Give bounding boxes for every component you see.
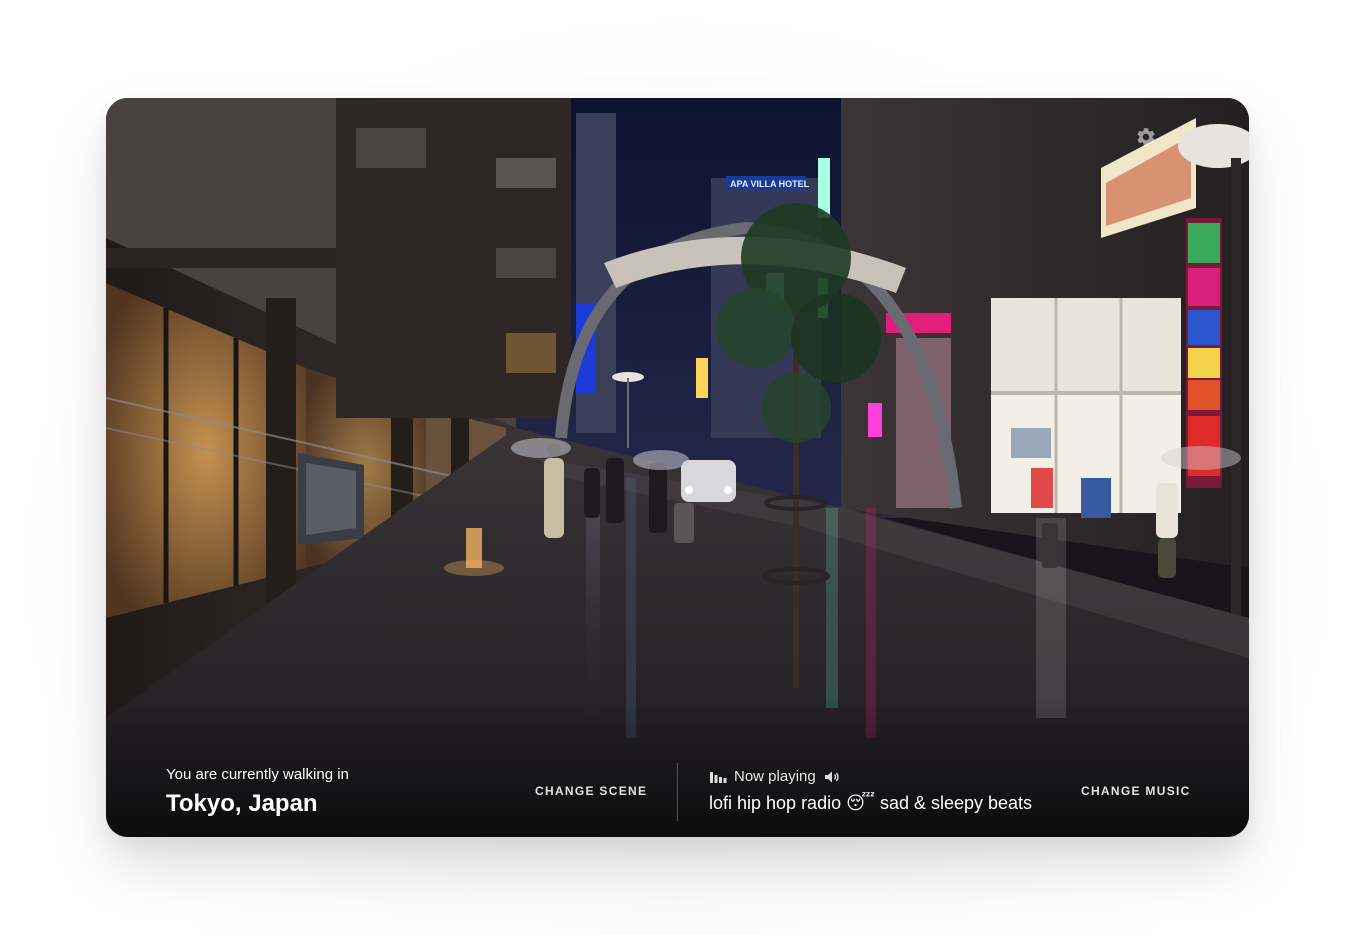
volume-icon[interactable]	[823, 770, 841, 784]
equalizer-icon	[710, 771, 727, 783]
now-playing-label: Now playing	[734, 768, 816, 785]
city-name: Tokyo, Japan	[166, 790, 318, 817]
change-scene-button[interactable]: CHANGE SCENE	[535, 784, 647, 798]
walking-label: You are currently walking in	[166, 766, 349, 783]
hotel-sign-text: APA VILLA HOTEL	[730, 179, 810, 189]
gear-icon[interactable]	[1135, 126, 1157, 148]
change-music-button[interactable]: CHANGE MUSIC	[1081, 784, 1191, 798]
now-playing-row: Now playing	[709, 768, 841, 785]
track-title: lofi hip hop radio 😴 sad & sleepy beats	[709, 793, 1033, 813]
scene-card: APA VILLA HOTEL You are currently walkin…	[106, 98, 1249, 837]
page: APA VILLA HOTEL You are currently walkin…	[0, 0, 1355, 935]
divider	[677, 763, 678, 821]
